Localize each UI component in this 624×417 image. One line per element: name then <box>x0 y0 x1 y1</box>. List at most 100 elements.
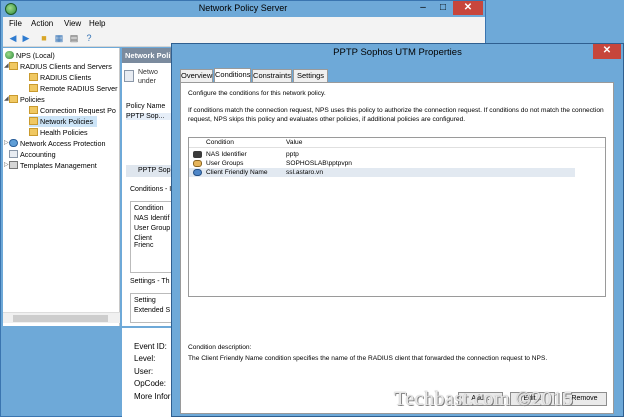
menu-action[interactable]: Action <box>31 19 53 28</box>
policy-row[interactable]: PPTP Sop... <box>126 113 174 120</box>
menu-view[interactable]: View <box>64 19 81 28</box>
conditions-table[interactable]: Condition Value NAS Identifier pptp User… <box>188 137 606 297</box>
list-item: Condition <box>134 205 164 212</box>
user-group-icon <box>193 160 202 167</box>
folder-icon <box>29 106 38 114</box>
tree-item-radius-clients-and-servers[interactable]: ◢ RADIUS Clients and Servers <box>4 61 112 72</box>
nas-icon <box>193 151 202 158</box>
conditions-section-header: Conditions - I <box>130 186 172 193</box>
globe-icon <box>5 51 14 59</box>
background-window-titlebar <box>486 0 624 44</box>
details-info-text: Netwo under <box>138 68 158 86</box>
tree-item-health-policies[interactable]: Health Policies <box>29 127 88 138</box>
tree-item-label: Templates Management <box>20 161 97 170</box>
details-info-line: under <box>138 78 156 85</box>
nps-window-title: Network Policy Server <box>198 3 288 13</box>
value-cell: SOPHOSLAB\pptpvpn <box>286 160 352 167</box>
list-item: User Group <box>134 225 171 232</box>
dialog-title: PPTP Sophos UTM Properties <box>333 47 462 58</box>
forward-arrow-icon[interactable]: ▶ <box>20 33 32 44</box>
tab-conditions[interactable]: Conditions <box>214 68 251 83</box>
tree-item-label: RADIUS Clients <box>40 73 92 82</box>
back-arrow-icon[interactable]: ◀ <box>7 33 19 44</box>
nps-titlebar[interactable]: Network Policy Server – □ ✕ <box>1 1 485 17</box>
menu-file[interactable]: File <box>9 19 22 28</box>
collapse-arrow-icon[interactable]: ◢ <box>4 61 10 72</box>
value-cell: ssl.astaro.vn <box>286 169 324 176</box>
tree-item-network-access-protection[interactable]: ▷ Network Access Protection <box>4 138 105 149</box>
help-icon[interactable]: ? <box>83 33 95 44</box>
tab-overview[interactable]: Overview <box>180 69 213 82</box>
tree-item-label: Remote RADIUS Server <box>40 84 118 93</box>
folder-icon <box>29 128 38 136</box>
tree-item-accounting[interactable]: Accounting <box>9 149 56 160</box>
description-text: If conditions match the connection reque… <box>188 107 604 123</box>
tree-horizontal-scrollbar[interactable] <box>3 312 120 323</box>
policy-name-column-header[interactable]: Policy Name <box>126 103 165 110</box>
conditions-tab-panel: Configure the conditions for this networ… <box>180 82 614 414</box>
list-item: Extended S <box>134 307 171 314</box>
folder-icon <box>29 117 38 125</box>
details-pane-header: Network Poli <box>122 48 174 63</box>
condition-description-text: The Client Friendly Name condition speci… <box>188 355 548 362</box>
collapse-arrow-icon[interactable]: ◢ <box>4 94 10 105</box>
template-icon <box>9 161 18 169</box>
doc-icon <box>9 150 18 158</box>
table-row[interactable]: User Groups SOPHOSLAB\pptpvpn <box>189 159 575 168</box>
menu-help[interactable]: Help <box>89 19 105 28</box>
expand-arrow-icon[interactable]: ▷ <box>4 138 10 149</box>
policy-detail-header: PPTP Soph <box>126 165 174 177</box>
folder-icon <box>9 95 18 103</box>
tab-constraints[interactable]: Constraints <box>252 69 292 82</box>
expand-arrow-icon[interactable]: ▷ <box>4 160 10 171</box>
event-level-label: Level: <box>134 354 156 363</box>
client-icon <box>193 169 202 176</box>
properties-icon[interactable]: ▤ <box>68 33 80 44</box>
tree-item-connection-request-policies[interactable]: Connection Request Po <box>29 105 116 116</box>
show-tree-icon[interactable]: ▦ <box>53 33 65 44</box>
tab-settings[interactable]: Settings <box>293 69 328 82</box>
folder-icon <box>29 73 38 81</box>
folder-icon <box>9 62 18 70</box>
tree-item-network-policies[interactable]: Network Policies <box>29 116 98 127</box>
event-opcode-label: OpCode: <box>134 379 167 388</box>
tree-item-label: Network Policies <box>40 117 94 126</box>
intro-text: Configure the conditions for this networ… <box>188 90 326 97</box>
event-user-label: User: <box>134 367 154 376</box>
up-folder-icon[interactable]: ■ <box>38 33 50 44</box>
close-button[interactable]: ✕ <box>453 1 483 15</box>
tree-item-nps-local[interactable]: NPS (Local) <box>5 50 55 61</box>
tree-item-label: Connection Request Po <box>40 106 116 115</box>
condition-cell: NAS Identifier <box>206 151 247 158</box>
info-doc-icon <box>124 70 134 82</box>
dialog-close-button[interactable]: ✕ <box>593 44 621 59</box>
event-id-label: Event ID: <box>134 342 167 351</box>
table-row[interactable]: NAS Identifier pptp <box>189 150 575 159</box>
maximize-button[interactable]: □ <box>434 1 452 15</box>
column-header-condition[interactable]: Condition <box>206 139 234 146</box>
network-icon <box>9 139 18 147</box>
tree-item-label: Policies <box>20 95 45 104</box>
properties-dialog: PPTP Sophos UTM Properties ✕ Overview Co… <box>171 43 624 417</box>
tree-item-policies[interactable]: ◢ Policies <box>4 94 45 105</box>
condition-cell: Client Friendly Name <box>206 169 268 176</box>
tree-item-radius-clients[interactable]: RADIUS Clients <box>29 72 91 83</box>
value-cell: pptp <box>286 151 299 158</box>
tree-item-label: Health Policies <box>40 128 88 137</box>
tree-item-remote-radius-server[interactable]: Remote RADIUS Server <box>29 83 118 94</box>
list-item: NAS Identif <box>134 215 170 222</box>
condition-description-label: Condition description: <box>188 344 252 351</box>
tree-item-label: RADIUS Clients and Servers <box>20 62 112 71</box>
table-row[interactable]: Client Friendly Name ssl.astaro.vn <box>189 168 575 177</box>
tree-item-templates-management[interactable]: ▷ Templates Management <box>4 160 97 171</box>
event-more-info-label: More Inforr <box>134 392 174 401</box>
menu-bar: File Action View Help <box>3 17 485 31</box>
column-header-value[interactable]: Value <box>286 139 302 146</box>
tree-item-label: NPS (Local) <box>16 51 55 60</box>
settings-summary-list: Setting Extended S <box>130 293 174 323</box>
table-header: Condition Value <box>189 138 605 148</box>
details-info-line: Netwo <box>138 69 158 76</box>
minimize-button[interactable]: – <box>414 1 432 15</box>
scrollbar-thumb[interactable] <box>13 315 108 322</box>
list-item: Client Frienc <box>134 235 154 249</box>
